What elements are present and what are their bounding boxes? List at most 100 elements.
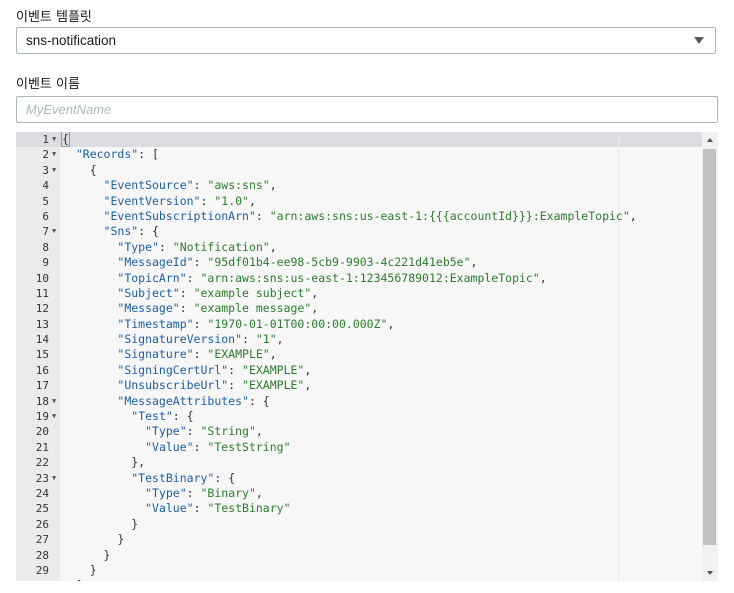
print-margin [618, 132, 619, 581]
json-punct [62, 240, 117, 254]
line-number: 9 [42, 256, 49, 270]
code-text: "Type": "Notification", [62, 239, 277, 255]
json-punct: , [269, 347, 277, 362]
json-string: "example message" [193, 301, 312, 316]
json-punct: , [304, 378, 312, 393]
line-number: 18 [35, 394, 49, 408]
json-string: "1970-01-01T00:00:00.000Z" [207, 316, 388, 331]
code-text: "Sns": { [62, 224, 159, 239]
code-editor[interactable]: 1 ▼{2 ▼ "Records": [3 ▼ {4 "EventSource": "… [16, 132, 718, 581]
json-punct: } [62, 532, 125, 547]
json-key: "MessageId" [117, 255, 194, 270]
code-text: "Records": [ [62, 147, 159, 162]
json-punct [62, 224, 104, 238]
event-template-value: sns-notification [26, 33, 117, 48]
json-punct: : [193, 501, 208, 516]
json-punct [62, 471, 131, 485]
fold-arrow-icon[interactable]: ▼ [52, 132, 56, 147]
json-string: "arn:aws:sns:us-east-1:123456789012:Exam… [200, 270, 540, 285]
line-number: 19 [35, 410, 49, 424]
code-text: "Subject": "example subject", [62, 286, 318, 301]
json-punct [62, 301, 117, 315]
json-string: "95df01b4-ee98-5cb9-9903-4c221d41eb5e" [207, 255, 471, 270]
fold-arrow-icon[interactable]: ▼ [52, 224, 56, 239]
json-punct: : [228, 378, 243, 393]
fold-arrow-icon[interactable]: ▼ [52, 147, 56, 162]
json-punct: }, [62, 455, 146, 470]
fold-arrow-icon[interactable]: ▼ [52, 409, 56, 424]
fold-arrow-icon[interactable]: ▼ [52, 394, 56, 409]
line-number: 4 [42, 179, 49, 193]
json-punct: , [470, 255, 478, 270]
json-key: "Value" [145, 439, 194, 454]
json-string: "EXAMPLE" [242, 362, 305, 377]
code-text: "Value": "TestBinary" [62, 501, 290, 516]
json-key: "Signature" [117, 347, 194, 362]
code-text: "MessageId": "95df01b4-ee98-5cb9-9903-4c… [62, 255, 477, 270]
json-punct [62, 424, 145, 438]
json-punct: } [62, 547, 111, 562]
code-text: }, [62, 455, 145, 470]
line-number: 26 [35, 517, 49, 531]
json-punct: , [269, 239, 277, 254]
json-punct [62, 363, 117, 377]
json-punct: : [158, 239, 173, 254]
line-number: 22 [35, 456, 49, 470]
json-punct: , [311, 301, 319, 316]
json-punct: , [276, 332, 284, 347]
line-number: 15 [35, 348, 49, 362]
line-number: 17 [35, 379, 49, 393]
json-key: "EventSubscriptionArn" [103, 208, 256, 223]
code-text: "Timestamp": "1970-01-01T00:00:00.000Z", [62, 317, 394, 332]
line-number: 14 [35, 333, 49, 347]
active-line-highlight [16, 132, 702, 148]
json-punct: : { [138, 224, 159, 239]
json-string: "String" [200, 424, 256, 439]
line-number: 20 [35, 425, 49, 439]
scroll-up-arrow-icon[interactable] [707, 138, 713, 142]
event-template-select[interactable]: sns-notification [16, 27, 716, 54]
line-number: 13 [35, 317, 49, 331]
line-number: 2 [42, 148, 49, 162]
line-number: 21 [35, 440, 49, 454]
json-key: "Sns" [103, 224, 139, 239]
scrollbar-thumb[interactable] [703, 149, 716, 545]
json-punct: : [193, 439, 208, 454]
json-punct [62, 501, 145, 515]
json-string: "1.0" [214, 193, 249, 208]
json-punct: : { [172, 409, 194, 424]
code-text: "Type": "String", [62, 424, 263, 439]
code-text: { [61, 132, 70, 147]
json-string: "arn:aws:sns:us-east-1:{{{accountId}}}:E… [269, 208, 630, 223]
json-string: "1" [255, 332, 277, 347]
json-key: "Type" [145, 424, 187, 439]
code-text: "Type": "Binary", [62, 486, 263, 501]
line-number: 11 [35, 286, 49, 300]
scroll-down-arrow-icon[interactable] [707, 571, 713, 575]
code-text: { [62, 163, 97, 178]
json-punct [62, 347, 117, 361]
code-text: "MessageAttributes": { [62, 393, 269, 409]
json-punct: } [62, 516, 139, 531]
editor-scrollbar[interactable] [702, 132, 718, 581]
code-text: "TopicArn": "arn:aws:sns:us-east-1:12345… [62, 270, 547, 286]
json-punct: , [248, 193, 256, 208]
code-text: "EventSource": "aws:sns", [62, 178, 277, 193]
json-key: "Type" [145, 485, 187, 500]
json-punct: : [255, 208, 270, 223]
json-punct [62, 271, 117, 285]
line-number: 23 [35, 471, 49, 485]
line-number: 10 [35, 271, 49, 285]
fold-arrow-icon[interactable]: ▼ [52, 471, 56, 486]
event-name-input[interactable] [16, 96, 718, 123]
json-punct [62, 286, 117, 300]
json-key: "MessageAttributes" [117, 393, 249, 408]
json-string: "example subject" [193, 285, 312, 300]
line-number: 12 [35, 302, 49, 316]
json-punct [62, 409, 131, 423]
json-punct: , [539, 270, 547, 285]
json-punct: : [193, 316, 208, 331]
json-string: "TestString" [207, 439, 291, 454]
json-punct: : [ [138, 147, 159, 162]
fold-arrow-icon[interactable]: ▼ [52, 163, 56, 178]
